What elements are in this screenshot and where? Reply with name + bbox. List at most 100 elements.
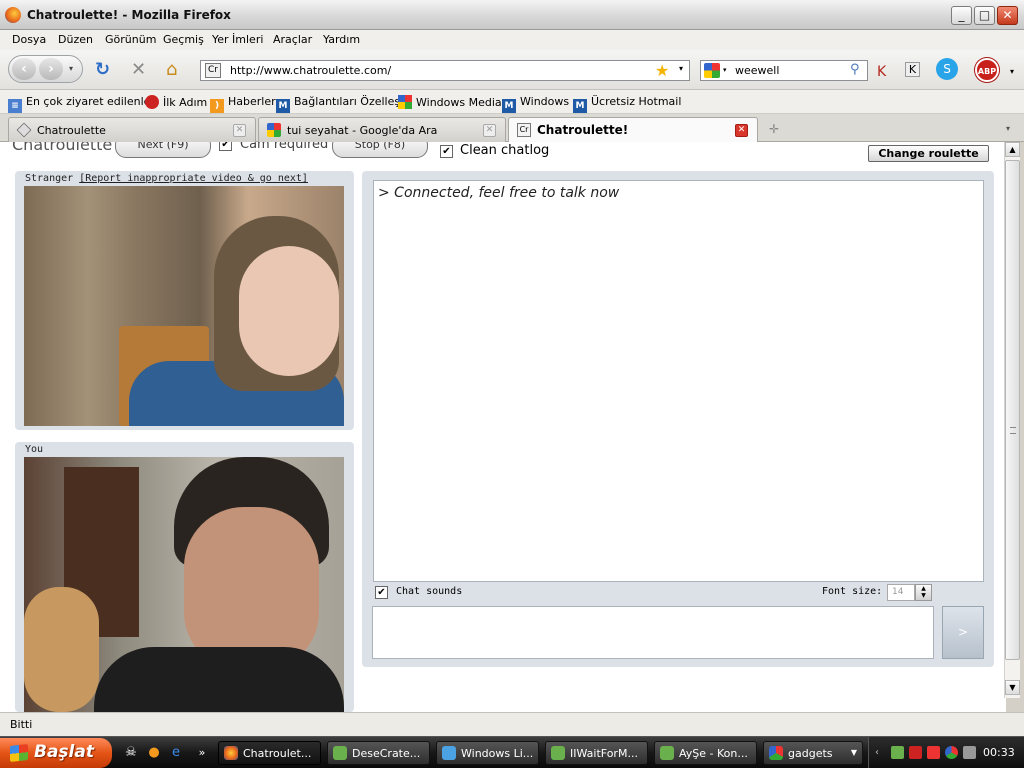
addon-k-icon[interactable]: K <box>905 62 920 77</box>
page-scrollbar[interactable]: ▲ ▼ <box>1004 142 1020 698</box>
task-desecrate[interactable]: DeseCrate... <box>327 741 430 765</box>
firefox-window: Chatroulette! - Mozilla Firefox _ □ ✕ Do… <box>0 0 1024 768</box>
report-video-link[interactable]: [Report inappropriate video & go next] <box>79 173 308 184</box>
url-bar[interactable]: Cr http://www.chatroulette.com/ ★ ▾ <box>200 60 690 81</box>
bookmark-news[interactable]: ) Haberler <box>210 95 276 113</box>
next-button[interactable]: Next (F9) <box>115 142 211 158</box>
stop-button[interactable]: Stop (F8) <box>332 142 428 158</box>
menu-dosya[interactable]: Dosya <box>12 33 46 46</box>
back-button[interactable]: ‹ <box>12 58 36 80</box>
quicklaunch-more-icon[interactable]: » <box>194 745 210 761</box>
font-size-spinner[interactable]: ▲ ▼ <box>915 584 932 601</box>
search-bar[interactable]: ▾ weewell ⚲ <box>700 60 868 81</box>
task-windows-live[interactable]: Windows Li... <box>436 741 539 765</box>
bookmark-windows[interactable]: M Windows <box>502 95 569 113</box>
page-top-controls: Chatroulette Next (F9) ✔ Cam required St… <box>0 142 1006 164</box>
url-text[interactable]: http://www.chatroulette.com/ <box>230 64 391 77</box>
minimize-button[interactable]: _ <box>951 6 972 25</box>
menu-bar: Dosya Düzen Görünüm Geçmiş Yer İmleri Ar… <box>0 30 1024 50</box>
search-icon[interactable]: ⚲ <box>850 62 860 77</box>
task-gadgets[interactable]: gadgets ▼ <box>763 741 863 765</box>
tray-expand-icon[interactable]: ‹ <box>875 746 888 759</box>
cam-required-checkbox[interactable]: ✔ <box>219 142 232 151</box>
chat-sounds-checkbox[interactable]: ✔ <box>375 586 388 599</box>
quicklaunch-firefox-icon[interactable]: ● <box>146 745 162 761</box>
chair-shape <box>24 587 99 712</box>
msn-icon: M <box>573 99 587 113</box>
messenger-icon <box>551 746 565 760</box>
chat-message: > Connected, feel free to talk now <box>378 185 620 201</box>
tab-close-icon[interactable]: ✕ <box>483 124 496 137</box>
shirt-shape <box>94 647 344 712</box>
maximize-button[interactable]: □ <box>974 6 995 25</box>
chrome-tray-icon[interactable] <box>945 746 958 759</box>
task-ayse[interactable]: AyŞe - Kon... <box>654 741 757 765</box>
home-icon[interactable]: ⌂ <box>166 60 177 80</box>
rss-icon: ) <box>210 99 224 113</box>
start-button[interactable]: Başlat <box>0 738 112 768</box>
new-tab-icon[interactable]: ✛ <box>762 118 786 140</box>
scroll-down-icon[interactable]: ▼ <box>1005 680 1020 695</box>
clean-chatlog-checkbox[interactable]: ✔ <box>440 145 453 158</box>
bookmark-most-visited[interactable]: ≡ En çok ziyaret edilenler <box>8 95 155 113</box>
menu-gecmis[interactable]: Geçmiş <box>163 33 204 46</box>
send-button[interactable]: > <box>942 606 984 659</box>
antivirus-tray-icon[interactable] <box>909 746 922 759</box>
page-content: Chatroulette Next (F9) ✔ Cam required St… <box>0 142 1006 712</box>
engine-dropdown-icon[interactable]: ▾ <box>723 66 727 74</box>
tab-chatroulette[interactable]: Chatroulette ✕ <box>8 117 256 142</box>
task-iiwaitform[interactable]: IIWaitForM... <box>545 741 648 765</box>
change-roulette-button[interactable]: Change roulette <box>868 145 989 162</box>
font-size-input[interactable]: 14 <box>887 584 915 601</box>
task-chatroulette[interactable]: Chatroulet... <box>218 741 321 765</box>
scroll-thumb[interactable] <box>1005 160 1020 660</box>
bookmark-star-icon[interactable]: ★ <box>655 61 669 80</box>
scroll-grip-icon <box>1010 427 1016 434</box>
tab-bar: Chatroulette ✕ tui seyahat - Google'da A… <box>0 114 1024 143</box>
windows-live-icon <box>442 746 456 760</box>
quicklaunch-show-desktop-icon[interactable]: ☠ <box>123 745 139 761</box>
search-input[interactable]: weewell <box>735 64 779 77</box>
clean-chatlog-label: Clean chatlog <box>460 143 550 158</box>
url-dropdown-icon[interactable]: ▾ <box>679 64 683 73</box>
your-video <box>24 457 344 712</box>
menu-yardim[interactable]: Yardım <box>323 33 360 46</box>
abp-dropdown-icon[interactable]: ▾ <box>1010 62 1014 82</box>
tab-close-icon[interactable]: ✕ <box>233 124 246 137</box>
bookmark-windows-media[interactable]: Windows Media <box>398 95 502 109</box>
google-search-engine-icon[interactable] <box>704 63 720 78</box>
firefox-icon <box>5 7 21 23</box>
tab-google-search[interactable]: tui seyahat - Google'da Ara ✕ <box>258 117 506 142</box>
title-bar: Chatroulette! - Mozilla Firefox _ □ ✕ <box>0 0 1024 30</box>
group-dropdown-icon: ▼ <box>850 748 857 757</box>
tab-close-icon[interactable]: ✕ <box>735 124 748 137</box>
bookmark-customize-links[interactable]: M Bağlantıları Özelleştir <box>276 95 412 113</box>
history-dropdown-icon[interactable]: ▾ <box>69 64 73 73</box>
skype-icon[interactable]: S <box>936 58 958 80</box>
forward-button[interactable]: › <box>39 58 63 80</box>
scroll-up-icon[interactable]: ▲ <box>1005 142 1020 157</box>
adblock-plus-icon[interactable]: ABP <box>975 58 999 82</box>
addon-k-red-icon[interactable]: K <box>877 62 886 82</box>
tab-list-icon[interactable]: ▾ <box>1006 124 1010 133</box>
network-tray-icon[interactable] <box>927 746 940 759</box>
chat-sounds-label: Chat sounds <box>396 586 463 597</box>
tab-chatroulette-active[interactable]: Cr Chatroulette! ✕ <box>508 117 758 143</box>
reload-icon[interactable]: ↻ <box>95 60 110 80</box>
menu-gorunum[interactable]: Görünüm <box>105 33 156 46</box>
bookmark-folder-icon: ≡ <box>8 99 22 113</box>
menu-araclar[interactable]: Araçlar <box>273 33 312 46</box>
volume-tray-icon[interactable] <box>963 746 976 759</box>
messenger-tray-icon[interactable] <box>891 746 904 759</box>
bookmark-hotmail[interactable]: M Ücretsiz Hotmail <box>573 95 681 113</box>
quicklaunch-ie-icon[interactable]: e <box>168 745 184 761</box>
menu-yer-imleri[interactable]: Yer İmleri <box>212 33 263 46</box>
stop-icon[interactable]: ✕ <box>131 60 146 80</box>
close-button[interactable]: ✕ <box>997 6 1018 25</box>
stranger-video <box>24 186 344 426</box>
message-input[interactable] <box>372 606 934 659</box>
menu-duzen[interactable]: Düzen <box>58 33 93 46</box>
site-logo: Chatroulette <box>12 142 113 154</box>
bookmark-getting-started[interactable]: İlk Adım <box>145 95 207 109</box>
msn-icon: M <box>276 99 290 113</box>
